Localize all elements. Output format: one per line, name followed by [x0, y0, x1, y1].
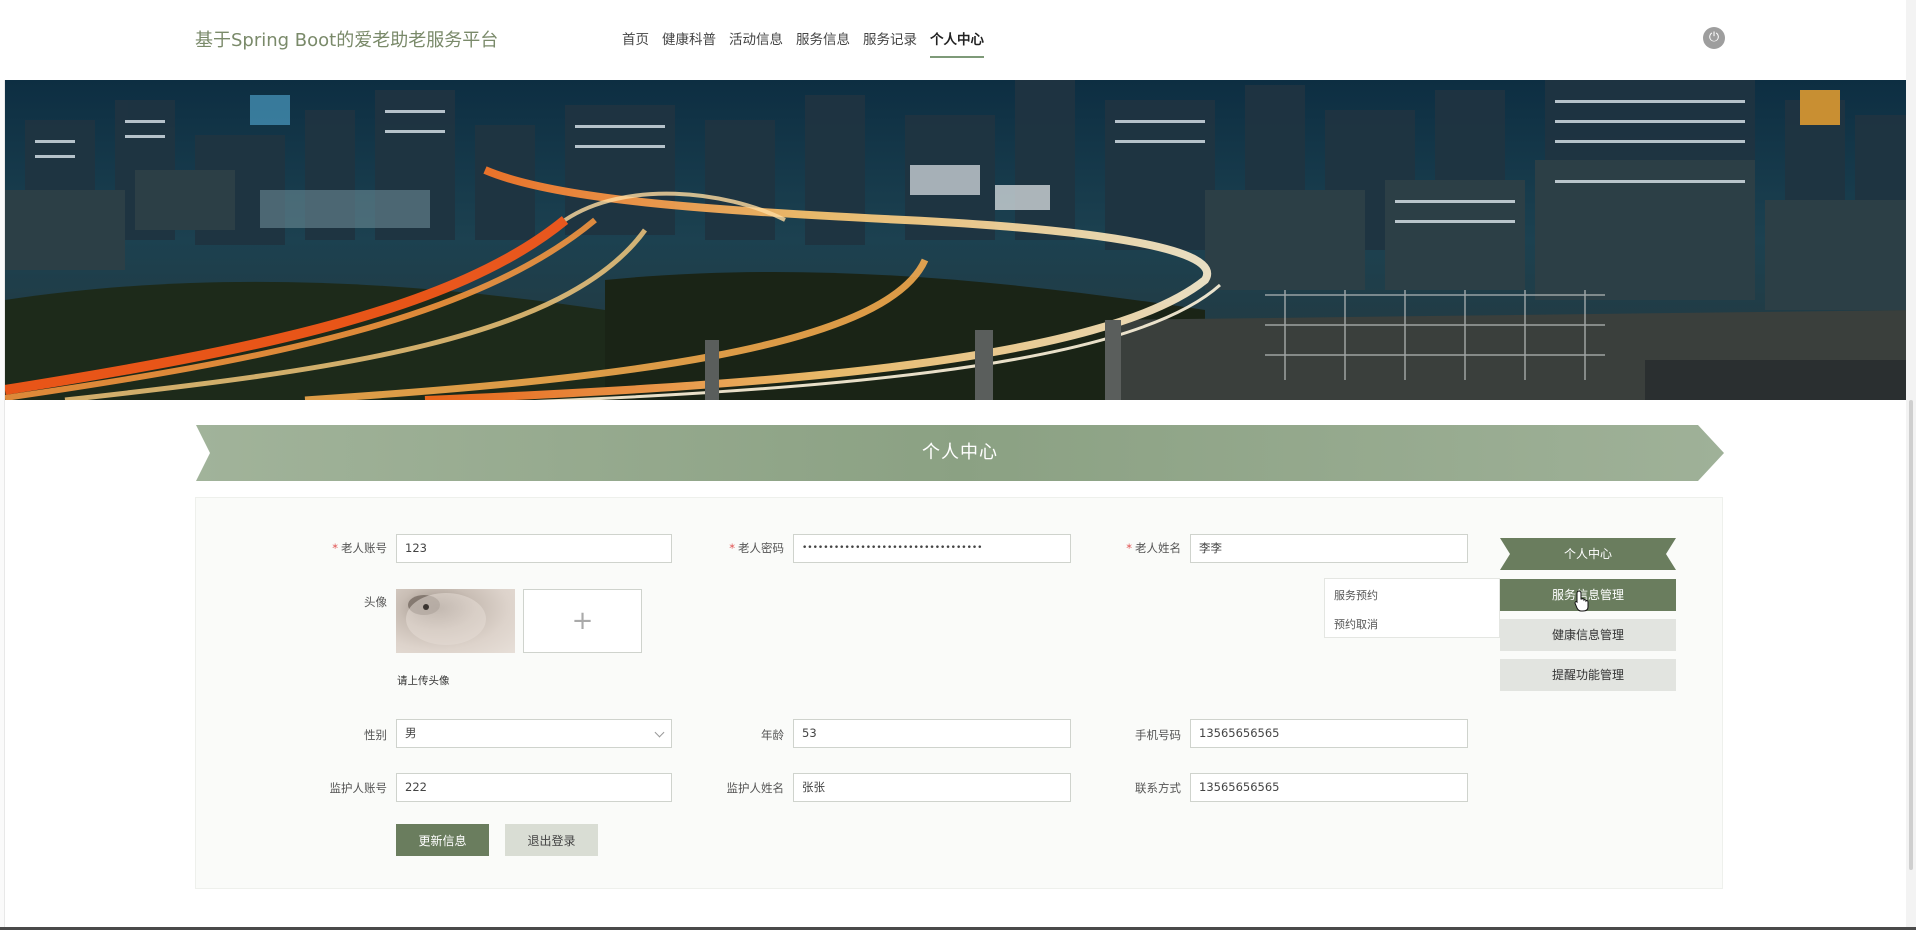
logout-button[interactable]: 退出登录 — [505, 824, 598, 856]
service-submenu: 服务预约 预约取消 — [1324, 578, 1500, 638]
avatar-upload-hint: 请上传头像 — [397, 675, 450, 687]
avatar-label: 头像 — [364, 595, 387, 609]
contact-label: 联系方式 — [1135, 781, 1181, 795]
update-info-button[interactable]: 更新信息 — [396, 824, 489, 856]
password-label: * 老人密码 — [729, 541, 784, 555]
password-input[interactable]: •••••••••••••••••••••••••••••••••• — [793, 534, 1071, 563]
site-brand[interactable]: 基于Spring Boot的爱老助老服务平台 — [195, 26, 498, 52]
nav-home[interactable]: 首页 — [622, 28, 649, 58]
avatar-image[interactable] — [396, 589, 515, 653]
nav-health-science[interactable]: 健康科普 — [662, 28, 716, 58]
section-ribbon: 个人中心 — [196, 425, 1724, 481]
submenu-booking-cancel[interactable]: 预约取消 — [1334, 616, 1378, 632]
sidebar-header: 个人中心 — [1500, 538, 1676, 570]
age-label: 年龄 — [761, 728, 784, 742]
sidebar-item-health-info-management[interactable]: 健康信息管理 — [1500, 619, 1676, 651]
guardian-name-input[interactable]: 张张 — [793, 773, 1071, 802]
section-title: 个人中心 — [922, 442, 998, 463]
chevron-down-icon — [654, 727, 665, 738]
nav-service-info[interactable]: 服务信息 — [796, 28, 850, 58]
banner-image — [5, 80, 1916, 400]
main-nav: 首页 健康科普 活动信息 服务信息 服务记录 个人中心 — [622, 28, 997, 58]
guardian-name-label: 监护人姓名 — [726, 781, 785, 795]
page-scrollbar[interactable] — [1906, 0, 1916, 930]
submenu-service-booking[interactable]: 服务预约 — [1334, 587, 1378, 603]
phone-input[interactable]: 13565656565 — [1190, 719, 1468, 748]
nav-personal-center[interactable]: 个人中心 — [930, 28, 984, 58]
sidebar-item-reminder-management[interactable]: 提醒功能管理 — [1500, 659, 1676, 691]
hand-cursor-icon — [1574, 590, 1589, 612]
nav-activity-info[interactable]: 活动信息 — [729, 28, 783, 58]
account-label: * 老人账号 — [332, 541, 387, 555]
banner-cityscape — [5, 80, 1916, 400]
account-input[interactable]: 123 — [396, 534, 672, 563]
avatar-upload-button[interactable]: + — [523, 589, 642, 653]
scrollbar-thumb[interactable] — [1909, 400, 1913, 870]
cat-photo-icon — [406, 593, 486, 645]
phone-label: 手机号码 — [1135, 728, 1181, 742]
top-header: 基于Spring Boot的爱老助老服务平台 首页 健康科普 活动信息 服务信息… — [0, 0, 1916, 80]
power-icon[interactable]: ⏻ — [1703, 27, 1725, 49]
gender-value: 男 — [405, 726, 417, 740]
sidebar-header-title: 个人中心 — [1563, 547, 1612, 561]
name-input[interactable]: 李李 — [1190, 534, 1468, 563]
guardian-account-input[interactable]: 222 — [396, 773, 672, 802]
gender-label: 性别 — [364, 728, 387, 742]
gender-select[interactable]: 男 — [396, 719, 672, 748]
contact-input[interactable]: 13565656565 — [1190, 773, 1468, 802]
name-label: * 老人姓名 — [1126, 541, 1181, 555]
nav-service-record[interactable]: 服务记录 — [863, 28, 917, 58]
age-input[interactable]: 53 — [793, 719, 1071, 748]
guardian-account-label: 监护人账号 — [329, 781, 388, 795]
